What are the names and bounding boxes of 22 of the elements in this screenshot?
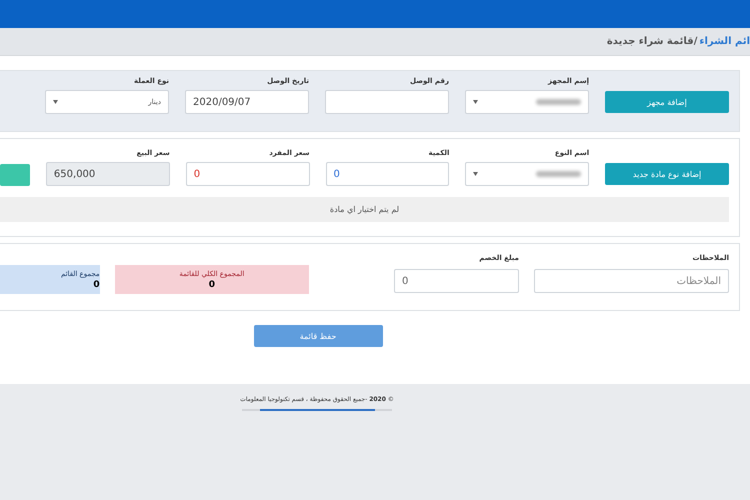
caret-icon <box>473 172 478 176</box>
caret-icon <box>473 100 478 104</box>
add-item-button[interactable] <box>0 164 30 186</box>
breadcrumb-link[interactable]: ائم الشراء <box>699 36 750 47</box>
select-field[interactable] <box>465 162 590 186</box>
total-value: 0 <box>208 280 215 290</box>
add-button[interactable]: إضافة مجهز <box>605 91 729 113</box>
blurred-text <box>536 171 582 177</box>
add-button[interactable]: إضافة نوع مادة جديد <box>605 163 729 185</box>
total-value: 0 <box>93 280 100 290</box>
select-field[interactable] <box>465 90 589 114</box>
discount-field[interactable]: 0 <box>394 269 519 293</box>
input-field[interactable]: 0 <box>186 162 310 186</box>
empty-message: لم يتم اختيار اي مادة <box>0 197 729 222</box>
caret-icon <box>53 100 58 104</box>
save-button[interactable]: حفظ قائمة <box>254 325 382 347</box>
blurred-text <box>536 99 581 105</box>
input-field[interactable]: 2020/09/07 <box>185 90 309 114</box>
breadcrumb-current: /قائمة شراء جديدة <box>606 36 698 47</box>
notes-field[interactable]: الملاحظات <box>534 269 729 293</box>
input-field[interactable] <box>325 90 449 114</box>
input-field[interactable]: 0 <box>326 162 450 186</box>
